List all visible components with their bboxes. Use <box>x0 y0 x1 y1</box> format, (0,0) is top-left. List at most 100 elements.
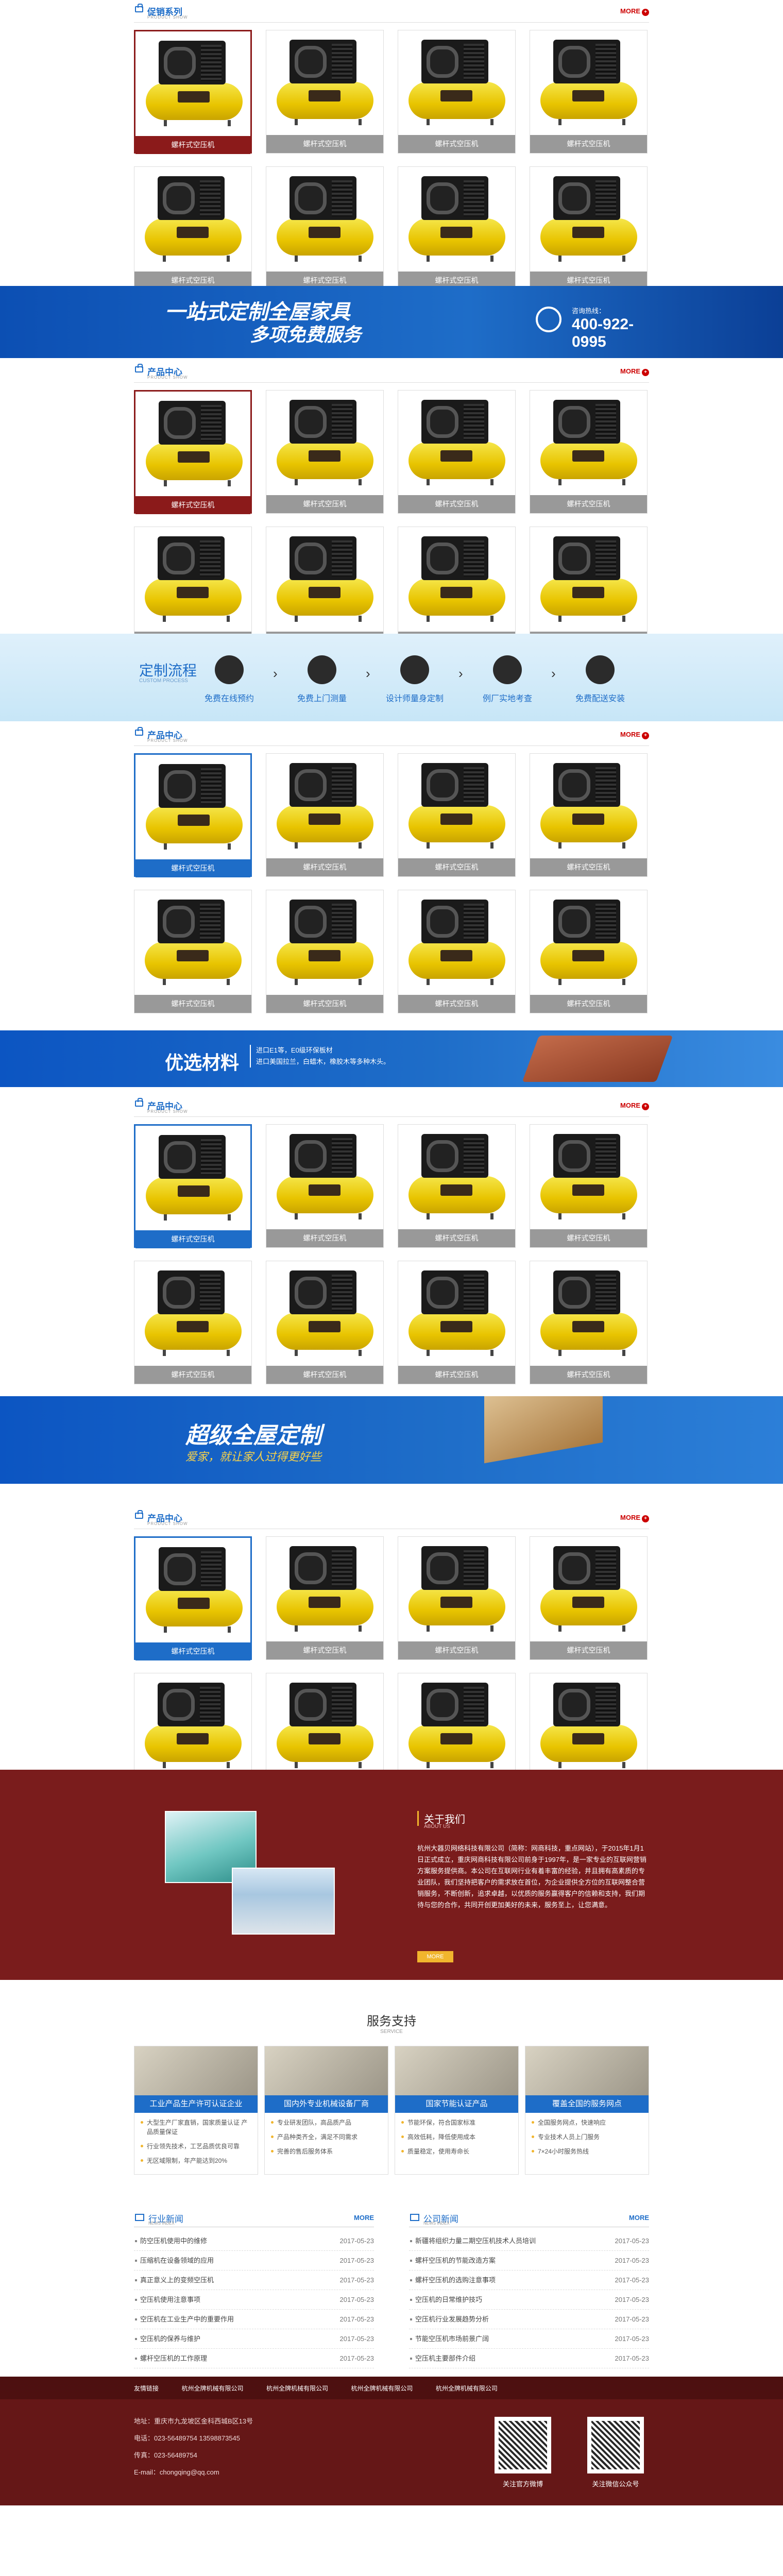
product-card[interactable]: 螺杆式空压机 <box>398 753 516 877</box>
products-section-4: 产品中心 PRODUCT SHOW MORE + 螺杆式空压机 螺杆式空压机 螺杆式空… <box>134 1087 649 1396</box>
qr-label: 关注微信公众号 <box>592 2480 639 2488</box>
news-item[interactable]: 螺杆空压机的工作原理 2017-05-23 <box>134 2349 374 2368</box>
product-image <box>398 754 515 858</box>
step-label: 免费在线预约 <box>204 694 254 703</box>
service-cards: 工业产品生产许可认证企业 大型生产厂家直销，国家质量认证 产品质量保证 行业领先技术… <box>134 2046 649 2175</box>
product-image <box>266 754 383 858</box>
product-card[interactable]: 螺杆式空压机 <box>266 890 384 1013</box>
product-card[interactable]: 螺杆式空压机 <box>398 1261 516 1384</box>
friend-link[interactable]: 杭州全牌机械有限公司 <box>436 2384 498 2393</box>
product-card[interactable]: 螺杆式空压机 <box>266 527 384 650</box>
news-item[interactable]: 空压机主要部件介绍 2017-05-23 <box>409 2349 649 2368</box>
news-item[interactable]: 空压机在工业生产中的重要作用 2017-05-23 <box>134 2310 374 2329</box>
product-card[interactable]: 螺杆式空压机 <box>134 30 252 154</box>
product-card[interactable]: 螺杆式空压机 <box>398 1536 516 1660</box>
product-card[interactable]: 螺杆式空压机 <box>266 390 384 514</box>
news-item-title: 空压机的保养与维护 <box>140 2335 201 2343</box>
phone-icon <box>536 307 561 332</box>
product-card[interactable]: 螺杆式空压机 <box>530 1124 648 1248</box>
product-card[interactable]: 螺杆式空压机 <box>398 166 516 290</box>
news-item-title: 空压机行业发展趋势分析 <box>415 2315 489 2323</box>
product-card[interactable]: 螺杆式空压机 <box>398 890 516 1013</box>
ruler-icon <box>308 655 336 684</box>
product-card[interactable]: 螺杆式空压机 <box>530 166 648 290</box>
news-item-date: 2017-05-23 <box>339 2335 375 2343</box>
friend-link[interactable]: 杭州全牌机械有限公司 <box>266 2384 328 2393</box>
news-item-title: 螺杆空压机的选购注意事项 <box>415 2276 496 2284</box>
section-header: 产品中心 PRODUCT SHOW MORE + <box>134 1510 649 1529</box>
more-link[interactable]: MORE + <box>620 7 649 16</box>
product-card[interactable]: 螺杆式空压机 <box>530 30 648 154</box>
qr-label: 关注官方微博 <box>502 2480 543 2488</box>
service-card-title: 国内外专业机械设备厂商 <box>265 2095 388 2113</box>
product-card[interactable]: 螺杆式空压机 <box>134 1536 252 1660</box>
product-card[interactable]: 螺杆式空压机 <box>134 753 252 877</box>
more-link[interactable]: MORE + <box>620 367 649 376</box>
news-item[interactable]: 真正意义上的变频空压机 2017-05-23 <box>134 2270 374 2290</box>
service-item: 专业技术人员上门服务 <box>532 2132 642 2142</box>
product-card[interactable]: 螺杆式空压机 <box>398 30 516 154</box>
friend-link[interactable]: 杭州全牌机械有限公司 <box>351 2384 413 2393</box>
product-card[interactable]: 螺杆式空压机 <box>398 527 516 650</box>
product-image <box>530 1125 647 1229</box>
product-card[interactable]: 螺杆式空压机 <box>134 1124 252 1248</box>
product-label: 螺杆式空压机 <box>398 858 515 876</box>
product-label: 螺杆式空压机 <box>398 1641 515 1659</box>
product-card[interactable]: 螺杆式空压机 <box>266 1124 384 1248</box>
about-more-button[interactable]: MORE <box>417 1951 453 1962</box>
news-item[interactable]: 压缩机在设备领域的应用 2017-05-23 <box>134 2251 374 2270</box>
news-item[interactable]: 螺杆空压机的选购注意事项 2017-05-23 <box>409 2270 649 2290</box>
product-image <box>266 1673 383 1778</box>
news-more-link[interactable]: MORE <box>354 2214 374 2222</box>
section-subtitle: PRODUCT SHOW <box>147 15 188 20</box>
product-card[interactable]: 螺杆式空压机 <box>266 166 384 290</box>
product-card[interactable]: 螺杆式空压机 <box>266 1261 384 1384</box>
news-item[interactable]: 空压机行业发展趋势分析 2017-05-23 <box>409 2310 649 2329</box>
whole-house-title: 超级全屋定制 <box>185 1423 321 1448</box>
factory-photo <box>232 1868 335 1935</box>
news-item[interactable]: 螺杆空压机的节能改造方案 2017-05-23 <box>409 2251 649 2270</box>
more-link[interactable]: MORE + <box>620 1514 649 1522</box>
news-item-title: 空压机主要部件介绍 <box>415 2354 476 2362</box>
product-image <box>134 1673 251 1778</box>
service-item: 质量稳定，使用寿命长 <box>401 2147 512 2156</box>
product-image <box>266 1261 383 1366</box>
product-card[interactable]: 螺杆式空压机 <box>134 1261 252 1384</box>
product-grid: 螺杆式空压机螺杆式空压机螺杆式空压机螺杆式空压机螺杆式空压机螺杆式空压机螺杆式空… <box>134 746 649 1013</box>
product-card[interactable]: 螺杆式空压机 <box>134 390 252 514</box>
more-plus-icon: + <box>642 369 649 376</box>
product-card[interactable]: 螺杆式空压机 <box>398 390 516 514</box>
news-item[interactable]: 新疆将组织力量二期空压机技术人员培训 2017-05-23 <box>409 2231 649 2251</box>
product-card[interactable]: 螺杆式空压机 <box>530 527 648 650</box>
product-label: 螺杆式空压机 <box>398 135 515 153</box>
product-card[interactable]: 螺杆式空压机 <box>134 166 252 290</box>
product-card[interactable]: 螺杆式空压机 <box>266 753 384 877</box>
product-card[interactable]: 螺杆式空压机 <box>530 390 648 514</box>
more-link[interactable]: MORE + <box>620 731 649 739</box>
section-header: 产品中心 PRODUCT SHOW MORE + <box>134 726 649 746</box>
product-image <box>266 527 383 632</box>
product-card[interactable]: 螺杆式空压机 <box>530 890 648 1013</box>
news-item[interactable]: 节能空压机市场前景广阔 2017-05-23 <box>409 2329 649 2349</box>
product-card[interactable]: 螺杆式空压机 <box>134 527 252 650</box>
phone-number[interactable]: 400-922-0995 <box>572 316 649 351</box>
product-card[interactable]: 螺杆式空压机 <box>266 1536 384 1660</box>
product-card[interactable]: 螺杆式空压机 <box>398 1124 516 1248</box>
news-item[interactable]: 空压机的日常维护技巧 2017-05-23 <box>409 2290 649 2310</box>
product-card[interactable]: 螺杆式空压机 <box>134 890 252 1013</box>
service-item: 专业研发团队，高品质产品 <box>271 2118 382 2127</box>
news-item[interactable]: 防空压机使用中的维修 2017-05-23 <box>134 2231 374 2251</box>
product-card[interactable]: 螺杆式空压机 <box>530 753 648 877</box>
news-item[interactable]: 空压机的保养与维护 2017-05-23 <box>134 2329 374 2349</box>
section-header: 促销系列 PRODUCT SHOW MORE + <box>134 3 649 23</box>
product-card[interactable]: 螺杆式空压机 <box>530 1261 648 1384</box>
product-card[interactable]: 螺杆式空压机 <box>530 1536 648 1660</box>
arrow-right-icon: › <box>273 666 278 681</box>
news-item[interactable]: 空压机使用注意事项 2017-05-23 <box>134 2290 374 2310</box>
service-card-title: 工业产品生产许可认证企业 <box>134 2095 258 2113</box>
more-link[interactable]: MORE + <box>620 1101 649 1110</box>
product-card[interactable]: 螺杆式空压机 <box>266 30 384 154</box>
friend-link[interactable]: 杭州全牌机械有限公司 <box>181 2384 243 2393</box>
news-item-title: 真正意义上的变频空压机 <box>140 2276 214 2284</box>
news-more-link[interactable]: MORE <box>629 2214 649 2222</box>
